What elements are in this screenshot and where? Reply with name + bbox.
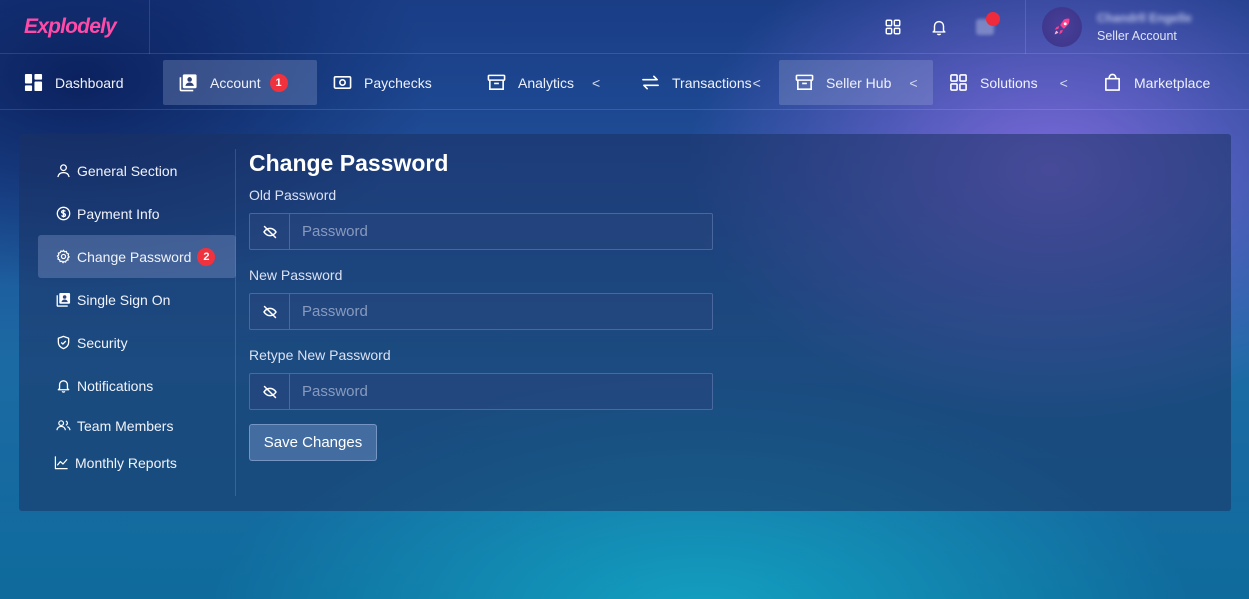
save-changes-button[interactable]: Save Changes [249, 424, 377, 461]
new-password-label: New Password [249, 267, 343, 283]
top-icons [876, 0, 1014, 54]
archive-icon [487, 74, 506, 90]
side-item-label: Team Members [77, 417, 174, 434]
notification-dot [986, 12, 1000, 26]
nav-label: Account [210, 74, 261, 91]
side-item-notifications[interactable]: Notifications [38, 364, 236, 407]
new-password-group [249, 293, 713, 330]
main-nav: Dashboard Account 1 Paychecks Analytics … [0, 54, 1249, 110]
side-item-single-sign-on[interactable]: Single Sign On [38, 278, 236, 321]
side-item-change-password[interactable]: Change Password 2 [38, 235, 236, 278]
user-icon [57, 164, 70, 178]
settings-panel: General Section Payment Info Change Pass… [19, 134, 1231, 511]
shield-check-icon [57, 335, 70, 350]
settings-side-menu: General Section Payment Info Change Pass… [19, 149, 236, 496]
nav-item-marketplace[interactable]: Marketplace [1103, 60, 1210, 105]
account-icon [179, 74, 197, 92]
nav-item-solutions[interactable]: Solutions < [949, 60, 1068, 105]
side-item-payment-info[interactable]: Payment Info [38, 192, 236, 235]
eye-slash-icon[interactable] [250, 214, 290, 249]
side-item-label: Notifications [77, 377, 154, 394]
user-name: Chandrll Engelle [1097, 11, 1192, 25]
chevron-left-icon[interactable]: < [909, 75, 917, 91]
eye-slash-glyph [262, 305, 277, 318]
nav-item-transactions[interactable]: Transactions < [641, 60, 761, 105]
side-item-label: Monthly Reports [75, 454, 177, 471]
eye-slash-glyph [262, 225, 277, 238]
nav-label: Transactions [672, 74, 752, 91]
old-password-input[interactable] [290, 214, 712, 249]
nav-item-dashboard[interactable]: Dashboard [24, 60, 124, 105]
page-title: Change Password [249, 150, 449, 176]
chevron-left-icon[interactable]: < [1060, 75, 1068, 91]
users-icon [56, 420, 71, 431]
eye-slash-icon[interactable] [250, 374, 290, 409]
old-password-label: Old Password [249, 187, 337, 203]
nav-item-paychecks[interactable]: Paychecks [333, 60, 432, 105]
change-password-badge: 2 [197, 247, 216, 266]
nav-item-seller-hub[interactable]: Seller Hub < [779, 60, 933, 105]
mail-icon[interactable] [968, 10, 1002, 44]
user-info: Chandrll Engelle Seller Account [1097, 11, 1192, 43]
gear-icon [56, 249, 70, 264]
side-item-security[interactable]: Security [38, 321, 236, 364]
account-badge: 1 [269, 73, 288, 92]
apps-grid-icon[interactable] [876, 10, 910, 44]
rocket-icon [1054, 18, 1070, 35]
nav-label: Solutions [980, 74, 1038, 91]
side-item-label: Payment Info [77, 205, 160, 222]
top-bar: Explodely Chandrll Engelle Seller Accoun… [0, 0, 1249, 54]
nav-label: Marketplace [1134, 74, 1211, 91]
side-item-monthly-reports[interactable]: Monthly Reports [38, 441, 236, 484]
side-item-label: Single Sign On [77, 291, 171, 308]
account-card-icon [56, 292, 71, 307]
avatar[interactable] [1042, 7, 1082, 47]
nav-label: Paychecks [364, 74, 432, 91]
new-password-input[interactable] [290, 294, 712, 329]
transfer-icon [642, 75, 659, 90]
logo-area: Explodely [0, 0, 150, 54]
bell-icon [57, 380, 70, 393]
brand-logo[interactable]: Explodely [24, 15, 117, 39]
nav-item-analytics[interactable]: Analytics < [487, 60, 600, 105]
dashboard-icon [24, 73, 43, 92]
retype-password-label: Retype New Password [249, 347, 391, 363]
archive-icon [795, 74, 814, 90]
side-item-general-section[interactable]: General Section [38, 149, 236, 192]
retype-password-input[interactable] [290, 374, 712, 409]
user-role: Seller Account [1097, 29, 1177, 43]
retype-password-group [249, 373, 713, 410]
nav-label: Analytics [518, 74, 575, 91]
nav-label: Seller Hub [826, 74, 892, 91]
bell-icon[interactable] [922, 10, 956, 44]
old-password-group [249, 213, 713, 250]
side-item-label: Security [77, 334, 128, 351]
dollar-circle-icon [56, 206, 71, 221]
paycheck-icon [333, 75, 352, 90]
chevron-left-icon[interactable]: < [753, 75, 761, 91]
nav-item-account[interactable]: Account 1 [163, 60, 317, 105]
side-item-label: General Section [77, 162, 178, 179]
nav-label: Dashboard [55, 74, 124, 91]
grid-icon [950, 74, 967, 91]
side-item-label: Change Password [77, 248, 192, 265]
user-menu[interactable]: Chandrll Engelle Seller Account [1025, 0, 1249, 54]
chevron-left-icon[interactable]: < [592, 75, 600, 91]
eye-slash-glyph [262, 385, 277, 398]
shopping-bag-icon [1105, 73, 1120, 91]
eye-slash-icon[interactable] [250, 294, 290, 329]
chart-line-icon [54, 456, 68, 470]
